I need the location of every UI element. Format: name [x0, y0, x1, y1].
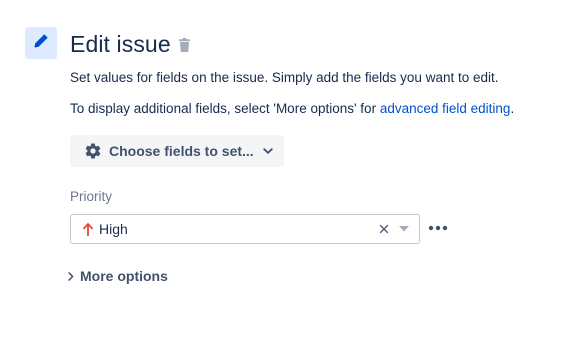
- edit-issue-icon-tile: [25, 27, 57, 59]
- chevron-right-icon: [68, 271, 74, 281]
- more-icon[interactable]: [428, 222, 448, 234]
- more-options-label: More options: [80, 268, 168, 284]
- pencil-icon: [33, 33, 49, 54]
- description-line-2: To display additional fields, select 'Mo…: [70, 101, 514, 116]
- choose-fields-label: Choose fields to set...: [109, 143, 254, 159]
- description-prefix: To display additional fields, select 'Mo…: [70, 101, 380, 116]
- more-options-toggle[interactable]: More options: [68, 268, 168, 284]
- clear-icon[interactable]: [379, 224, 389, 234]
- priority-label: Priority: [70, 189, 113, 204]
- priority-value: High: [99, 221, 128, 237]
- priority-select[interactable]: High: [70, 214, 420, 244]
- trash-icon[interactable]: [178, 38, 190, 52]
- gear-icon: [84, 142, 102, 160]
- edit-issue-panel: Edit issue Set values for fields on the …: [0, 0, 561, 363]
- page-title: Edit issue: [70, 30, 171, 57]
- chevron-down-icon: [263, 147, 273, 155]
- description-suffix: .: [510, 101, 515, 116]
- description-line-1: Set values for fields on the issue. Simp…: [70, 70, 499, 85]
- caret-down-icon[interactable]: [399, 226, 409, 232]
- choose-fields-button[interactable]: Choose fields to set...: [70, 135, 284, 167]
- title-row: Edit issue: [70, 28, 190, 60]
- advanced-field-editing-link[interactable]: advanced field editing: [380, 101, 511, 116]
- arrow-up-icon: [83, 222, 93, 236]
